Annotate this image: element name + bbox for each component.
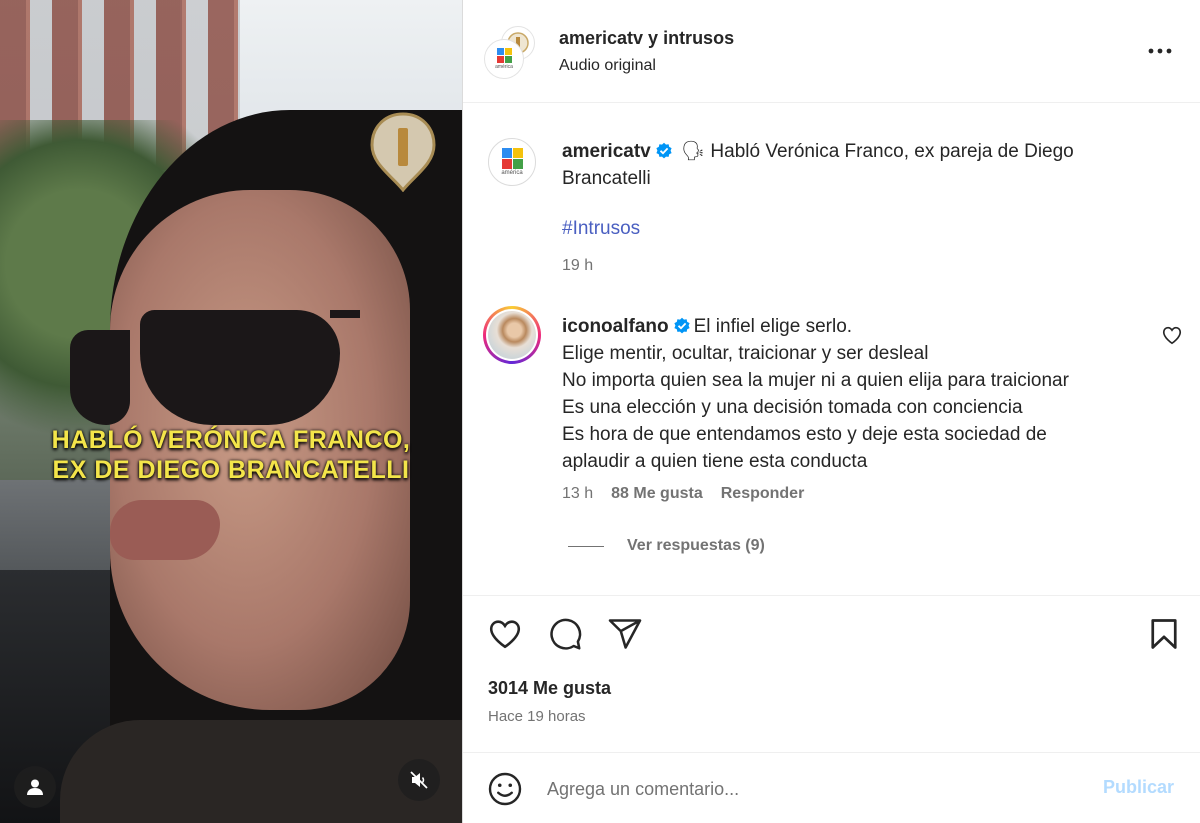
like-button[interactable]: [487, 616, 523, 652]
post-caption: americatv 🗣 Habló Verónica Franco, ex pa…: [562, 138, 1162, 192]
post-header: américa americatv y intrusos Audio origi…: [463, 0, 1200, 103]
post-author-names[interactable]: americatv y intrusos: [559, 28, 734, 49]
bookmark-icon: [1151, 619, 1177, 649]
comment-like-icon[interactable]: [1161, 324, 1183, 346]
video-caption-line-1: HABLÓ VERÓNICA FRANCO,: [51, 426, 411, 454]
post-details-pane: américa americatv y intrusos Audio origi…: [463, 0, 1200, 823]
post-author-username[interactable]: americatv: [562, 141, 651, 162]
post-author-avatar[interactable]: américa: [488, 138, 536, 186]
publish-button[interactable]: Publicar: [1103, 777, 1174, 798]
comment-line-4: Es una elección y una decisión tomada co…: [562, 397, 1023, 418]
comment-input[interactable]: [547, 771, 1087, 807]
save-button[interactable]: [1146, 616, 1182, 652]
video-person-sunglasses: [70, 290, 360, 430]
americatv-logo-icon: [496, 48, 512, 63]
comment-bubble-icon: [550, 618, 582, 650]
post-date: Hace 19 horas: [488, 708, 586, 725]
comment-line-3: No importa quien sea la mujer ni a quien…: [562, 370, 1069, 391]
audio-label[interactable]: Audio original: [559, 57, 656, 75]
mute-toggle-button[interactable]: [398, 759, 440, 801]
send-icon: [608, 619, 642, 649]
collab-avatars[interactable]: américa: [485, 26, 537, 78]
comment-line-2: Elige mentir, ocultar, traicionar y ser …: [562, 343, 929, 364]
verified-badge-icon: [656, 142, 672, 159]
user-icon: [27, 779, 43, 795]
view-replies-label: Ver respuestas (9): [627, 537, 765, 554]
post-like-count[interactable]: 3014 Me gusta: [488, 678, 611, 699]
post-timestamp[interactable]: 19 h: [562, 257, 593, 275]
channel-watermark-icon: [370, 112, 436, 192]
post-video[interactable]: HABLÓ VERÓNICA FRANCO, EX DE DIEGO BRANC…: [0, 0, 462, 823]
share-button[interactable]: [607, 616, 643, 652]
comment-line-6: aplaudir a quien tiene esta conducta: [562, 451, 868, 472]
more-options-button[interactable]: [1145, 36, 1175, 66]
hashtag-link[interactable]: #Intrusos: [562, 218, 640, 240]
commenter-avatar[interactable]: [483, 306, 541, 364]
commenter-username[interactable]: iconoalfano: [562, 316, 669, 337]
muted-speaker-icon: [410, 771, 428, 789]
heart-icon: [489, 620, 521, 649]
comment-likes[interactable]: 88 Me gusta: [611, 485, 703, 503]
comment-meta: 13 h 88 Me gusta Responder: [562, 485, 822, 503]
view-replies-button[interactable]: Ver respuestas (9): [568, 537, 765, 555]
video-caption-line-2: EX DE DIEGO BRANCATELLI: [52, 456, 410, 484]
comment-line-1: El infiel elige serlo.: [693, 316, 853, 337]
comment-timestamp[interactable]: 13 h: [562, 485, 593, 503]
emoji-icon[interactable]: [487, 771, 523, 807]
comment-line-5: Es hora de que entendamos esto y deje es…: [562, 424, 1047, 445]
tagged-users-button[interactable]: [14, 766, 56, 808]
americatv-avatar[interactable]: américa: [485, 40, 523, 78]
reply-button[interactable]: Responder: [721, 485, 805, 503]
comment-item: iconoalfano El infiel elige serlo. Elige…: [562, 313, 1162, 475]
replies-line: [568, 545, 604, 547]
video-person-lips: [110, 500, 220, 560]
americatv-logo-icon: [501, 148, 523, 169]
more-horizontal-icon: [1148, 48, 1172, 54]
comment-button[interactable]: [547, 616, 583, 652]
action-bar: [463, 595, 1200, 670]
verified-badge-icon: [674, 317, 690, 334]
comment-composer: Publicar: [463, 752, 1200, 823]
